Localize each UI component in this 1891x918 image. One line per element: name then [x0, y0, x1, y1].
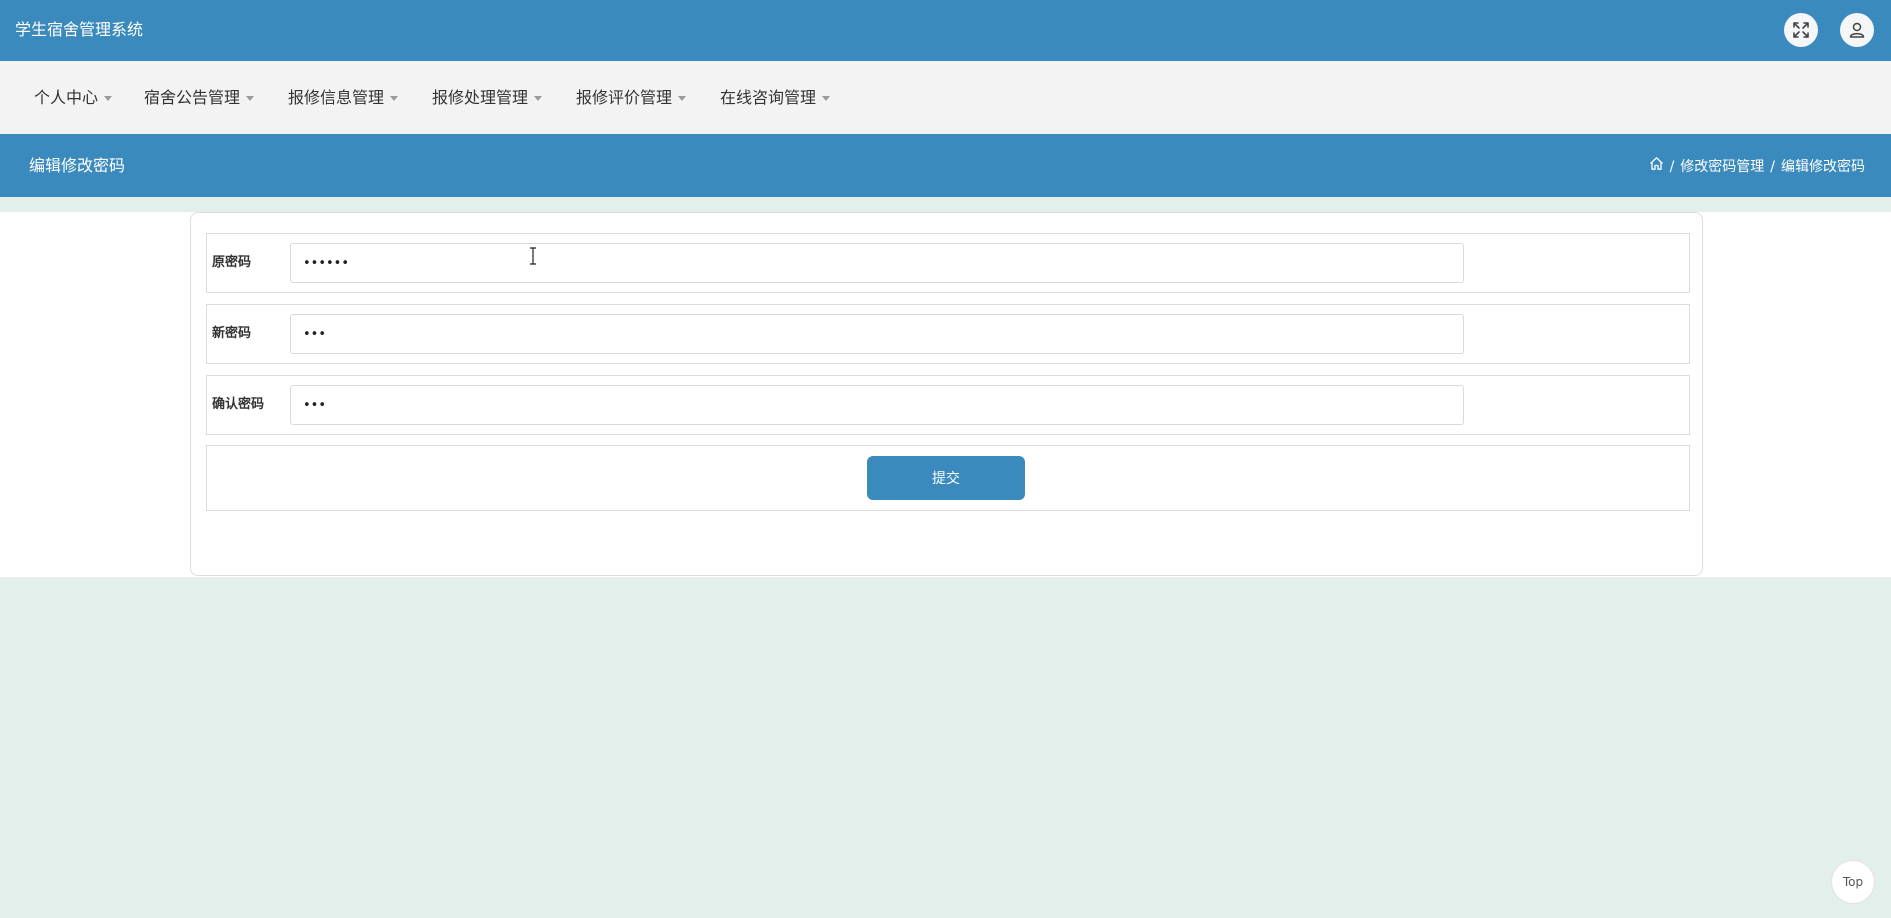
caret-down-icon	[678, 95, 687, 101]
nav-item-repair-info[interactable]: 报修信息管理	[288, 87, 399, 109]
caret-down-icon	[104, 95, 113, 101]
form-row-submit: 提交	[206, 445, 1690, 511]
nav-item-label: 报修评价管理	[576, 88, 673, 107]
nav-item-dorm-notice[interactable]: 宿舍公告管理	[144, 87, 255, 109]
nav-item-label: 报修信息管理	[288, 88, 385, 107]
field-label: 原密码	[212, 255, 252, 270]
page-header: 编辑修改密码 / 修改密码管理 / 编辑修改密码	[0, 134, 1891, 197]
confirm-password-input[interactable]	[290, 385, 1464, 425]
form-row-old-password: 原密码	[206, 233, 1690, 293]
app-title: 学生宿舍管理系统	[15, 20, 144, 39]
form-row-confirm-password: 确认密码	[206, 375, 1690, 435]
breadcrumb-separator: /	[1669, 158, 1675, 175]
breadcrumb-separator: /	[1770, 158, 1775, 175]
nav-item-label: 宿舍公告管理	[144, 88, 241, 107]
main-nav: 个人中心 宿舍公告管理 报修信息管理 报修处理管理 报修评价管理 在线咨询管理	[0, 61, 1891, 134]
top-header: 学生宿舍管理系统	[0, 0, 1891, 61]
new-password-input[interactable]	[290, 314, 1464, 354]
breadcrumb-item[interactable]: 修改密码管理	[1680, 157, 1764, 177]
nav-item-label: 在线咨询管理	[720, 88, 817, 107]
nav-item-online-consult[interactable]: 在线咨询管理	[720, 87, 831, 109]
nav-item-label: 个人中心	[34, 88, 99, 107]
nav-item-repair-handling[interactable]: 报修处理管理	[432, 87, 543, 109]
breadcrumb-item: 编辑修改密码	[1781, 158, 1865, 175]
home-icon[interactable]	[1649, 156, 1664, 177]
nav-item-repair-review[interactable]: 报修评价管理	[576, 87, 687, 109]
page-title: 编辑修改密码	[29, 156, 126, 175]
field-label: 确认密码	[212, 397, 265, 412]
field-label: 新密码	[212, 326, 252, 341]
back-to-top-button[interactable]: Top	[1831, 860, 1875, 904]
caret-down-icon	[390, 95, 399, 101]
nav-item-label: 报修处理管理	[432, 88, 529, 107]
user-menu-button[interactable]	[1840, 13, 1874, 47]
form-row-new-password: 新密码	[206, 304, 1690, 364]
caret-down-icon	[246, 95, 255, 101]
expand-icon	[1792, 21, 1810, 39]
text-cursor-icon	[529, 247, 537, 265]
fullscreen-button[interactable]	[1784, 13, 1818, 47]
nav-item-personal-center[interactable]: 个人中心	[34, 87, 113, 109]
caret-down-icon	[534, 95, 543, 101]
old-password-input[interactable]	[290, 243, 1464, 283]
caret-down-icon	[822, 95, 831, 101]
user-icon	[1848, 21, 1866, 39]
submit-button[interactable]: 提交	[867, 456, 1025, 500]
breadcrumb: / 修改密码管理 / 编辑修改密码	[1649, 156, 1865, 177]
